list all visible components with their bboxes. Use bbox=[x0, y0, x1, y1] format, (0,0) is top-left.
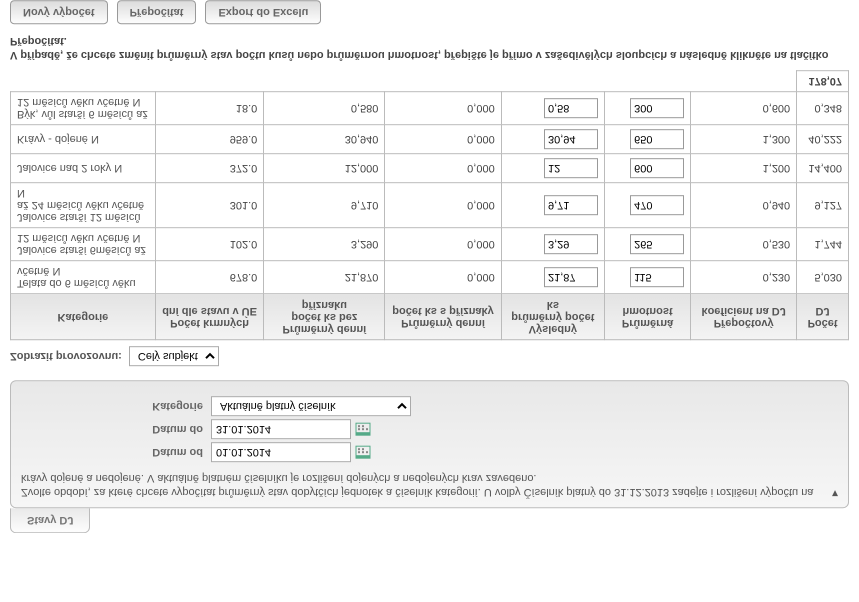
cell-dj: 14,400 bbox=[797, 154, 849, 183]
cell-hmotnost bbox=[604, 261, 690, 294]
cell-krmne-dni: 372.0 bbox=[155, 154, 263, 183]
cell-koef: 0,230 bbox=[691, 261, 797, 294]
cell-vysledny bbox=[501, 228, 604, 261]
provozovna-select[interactable]: Celý subjekt bbox=[129, 347, 219, 367]
table-row: Býk, vůl starší 6 měsíců až 12 měsíců vě… bbox=[11, 92, 849, 125]
cell-category: Jalovice starší 12 měsíců až 24 měsíců v… bbox=[11, 183, 156, 228]
vysledny-input[interactable] bbox=[544, 235, 598, 255]
col-prum-hmot: Průměrná hmotnost bbox=[604, 294, 690, 340]
cell-vysledny bbox=[501, 183, 604, 228]
cell-prum-bez: 21,870 bbox=[264, 261, 385, 294]
cell-prum-s: 0,000 bbox=[385, 125, 501, 154]
cell-prum-bez: 12,000 bbox=[264, 154, 385, 183]
cell-krmne-dni: 301.0 bbox=[155, 183, 263, 228]
table-row: Jalovice starší 6měsíců až 12 měsíců věk… bbox=[11, 228, 849, 261]
cell-koef: 0,530 bbox=[691, 228, 797, 261]
col-prum-s: Průměrný denní počet ks s příznaky bbox=[385, 294, 501, 340]
cell-hmotnost bbox=[604, 92, 690, 125]
cell-vysledny bbox=[501, 154, 604, 183]
cell-prum-bez: 3,290 bbox=[264, 228, 385, 261]
instruction-note: V případě, že chcete změnit průměrný sta… bbox=[10, 34, 849, 63]
cell-hmotnost bbox=[604, 125, 690, 154]
vysledny-input[interactable] bbox=[544, 268, 598, 288]
export-excel-button[interactable]: Export do Excelu bbox=[205, 0, 321, 24]
cell-category: Jalovice nad 2 roky N bbox=[11, 154, 156, 183]
date-from-input[interactable] bbox=[211, 443, 351, 463]
cell-dj: 0,348 bbox=[797, 92, 849, 125]
cell-dj: 5,030 bbox=[797, 261, 849, 294]
cell-prum-s: 0,000 bbox=[385, 261, 501, 294]
provozovna-label: Zobrazit provozovnu: bbox=[10, 351, 122, 363]
date-from-label: Datum od bbox=[21, 447, 211, 459]
cell-prum-s: 0,000 bbox=[385, 183, 501, 228]
cell-krmne-dni: 18.0 bbox=[155, 92, 263, 125]
collapse-icon[interactable]: ▾ bbox=[832, 487, 838, 501]
category-label: Kategorie bbox=[21, 401, 211, 413]
cell-hmotnost bbox=[604, 154, 690, 183]
cell-krmne-dni: 102.0 bbox=[155, 228, 263, 261]
cell-prum-s: 0,000 bbox=[385, 92, 501, 125]
vysledny-input[interactable] bbox=[544, 99, 598, 119]
cell-category: Jalovice starší 6měsíců až 12 měsíců věk… bbox=[11, 228, 156, 261]
cell-dj: 1,744 bbox=[797, 228, 849, 261]
cell-koef: 1,200 bbox=[691, 154, 797, 183]
cell-dj: 40,222 bbox=[797, 125, 849, 154]
data-table: Kategorie Počet krmných dní dle stavu v … bbox=[10, 71, 849, 341]
cell-koef: 1,300 bbox=[691, 125, 797, 154]
cell-category: Telata do 6 měsíců věku včetně N bbox=[11, 261, 156, 294]
cell-krmne-dni: 959.0 bbox=[155, 125, 263, 154]
table-row: Jalovice starší 12 měsíců až 24 měsíců v… bbox=[11, 183, 849, 228]
prepocitat-button[interactable]: Přepočítat bbox=[117, 0, 197, 24]
col-prum-bez: Průměrný denní počet ks bez příznaku bbox=[264, 294, 385, 340]
novy-vypocet-button[interactable]: Nový výpočet bbox=[10, 0, 108, 24]
col-kategorie: Kategorie bbox=[11, 294, 156, 340]
cell-prum-bez: 9,710 bbox=[264, 183, 385, 228]
vysledny-input[interactable] bbox=[544, 196, 598, 216]
hmotnost-input[interactable] bbox=[630, 196, 684, 216]
table-row: Krávy - dojené N959.030,9400,000 1,30040,… bbox=[11, 125, 849, 154]
cell-prum-bez: 30,940 bbox=[264, 125, 385, 154]
cell-category: Býk, vůl starší 6 měsíců až 12 měsíců vě… bbox=[11, 92, 156, 125]
col-pocet-dj: Počet DJ bbox=[797, 294, 849, 340]
hmotnost-input[interactable] bbox=[630, 235, 684, 255]
cell-dj: 9,127 bbox=[797, 183, 849, 228]
calendar-icon[interactable] bbox=[355, 445, 371, 461]
cell-koef: 0,940 bbox=[691, 183, 797, 228]
table-row: Jalovice nad 2 roky N372.012,0000,000 1,2… bbox=[11, 154, 849, 183]
vysledny-input[interactable] bbox=[544, 159, 598, 179]
hmotnost-input[interactable] bbox=[630, 130, 684, 150]
col-vysledny: Výsledný průměrný počet ks bbox=[501, 294, 604, 340]
cell-krmne-dni: 678.0 bbox=[155, 261, 263, 294]
description-panel: ▾ Zvolte období, za které chcete vypočít… bbox=[10, 381, 849, 509]
cell-koef: 0,600 bbox=[691, 92, 797, 125]
date-to-label: Datum do bbox=[21, 424, 211, 436]
cell-category: Krávy - dojené N bbox=[11, 125, 156, 154]
calendar-icon[interactable] bbox=[355, 422, 371, 438]
hmotnost-input[interactable] bbox=[630, 99, 684, 119]
table-row: Telata do 6 měsíců věku včetně N678.021,… bbox=[11, 261, 849, 294]
cell-hmotnost bbox=[604, 228, 690, 261]
cell-prum-s: 0,000 bbox=[385, 228, 501, 261]
cell-vysledny bbox=[501, 92, 604, 125]
hmotnost-input[interactable] bbox=[630, 159, 684, 179]
vysledny-input[interactable] bbox=[544, 130, 598, 150]
total-dj: 178,07 bbox=[797, 71, 849, 92]
description-text: Zvolte období, za které chcete vypočítat… bbox=[21, 471, 838, 500]
hmotnost-input[interactable] bbox=[630, 268, 684, 288]
cell-prum-bez: 0,580 bbox=[264, 92, 385, 125]
date-to-input[interactable] bbox=[211, 420, 351, 440]
cell-vysledny bbox=[501, 125, 604, 154]
col-prep-koef: Přepočtový koeficient na DJ bbox=[691, 294, 797, 340]
table-total-row: 178,07 bbox=[11, 71, 849, 92]
category-select[interactable]: Aktuálně platný číselník bbox=[211, 397, 411, 417]
col-pocet-krmnych: Počet krmných dní dle stavu v ÚE bbox=[155, 294, 263, 340]
tab-stavy-dj[interactable]: Stavy DJ bbox=[10, 508, 90, 533]
cell-vysledny bbox=[501, 261, 604, 294]
cell-prum-s: 0,000 bbox=[385, 154, 501, 183]
cell-hmotnost bbox=[604, 183, 690, 228]
